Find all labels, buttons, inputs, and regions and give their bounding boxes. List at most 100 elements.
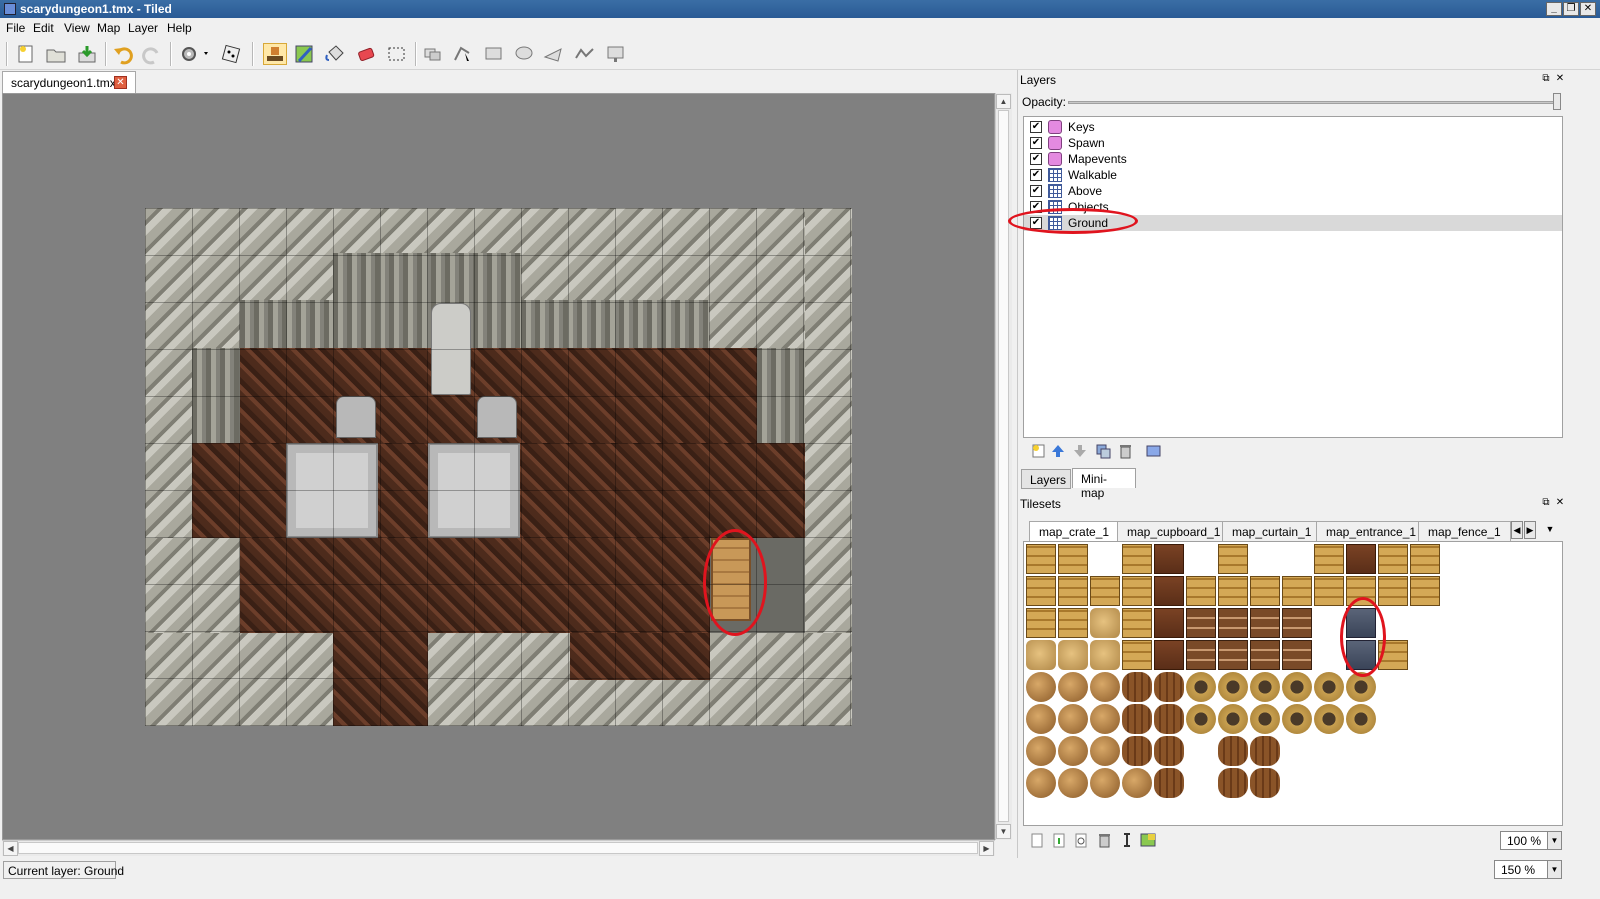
tileset-tile[interactable] <box>1090 640 1120 670</box>
tileset-tile[interactable] <box>1282 608 1312 638</box>
chevron-down-icon[interactable]: ▼ <box>1547 861 1561 878</box>
tileset-tile[interactable] <box>1154 704 1184 734</box>
tileset-tab-cupboard[interactable]: map_cupboard_1 <box>1117 521 1231 541</box>
tileset-tile[interactable] <box>1250 704 1280 734</box>
tileset-tile[interactable] <box>1090 672 1120 702</box>
scroll-right-arrow-icon[interactable]: ▶ <box>979 841 994 856</box>
layer-row-above[interactable]: ✔ Above <box>1024 183 1562 199</box>
tileset-tile[interactable] <box>1314 704 1344 734</box>
insert-polygon-icon[interactable] <box>542 43 566 65</box>
dungeon-map[interactable] <box>145 208 852 726</box>
tileset-tile[interactable] <box>1250 608 1280 638</box>
new-tileset-icon[interactable] <box>1028 832 1046 848</box>
tileset-tile[interactable] <box>1026 640 1056 670</box>
tileset-tile[interactable] <box>1314 544 1344 574</box>
tileset-tile[interactable] <box>1058 672 1088 702</box>
tileset-tile[interactable] <box>1186 640 1216 670</box>
new-map-icon[interactable] <box>14 43 38 65</box>
tileset-tile[interactable] <box>1026 768 1056 798</box>
tab-mini-map[interactable]: Mini-map <box>1072 468 1136 500</box>
tileset-zoom-select[interactable]: 100 % ▼ <box>1500 831 1562 850</box>
map-zoom-select[interactable]: 150 % ▼ <box>1494 860 1562 879</box>
layer-properties-icon[interactable] <box>1145 443 1162 459</box>
close-window-button[interactable]: ✕ <box>1580 2 1596 16</box>
tileset-tile[interactable] <box>1058 608 1088 638</box>
tileset-tile[interactable] <box>1378 576 1408 606</box>
opacity-slider-handle[interactable] <box>1553 93 1561 110</box>
tab-layers[interactable]: Layers <box>1021 469 1071 489</box>
layer-row-mapevents[interactable]: ✔ Mapevents <box>1024 151 1562 167</box>
tileset-tile[interactable] <box>1186 608 1216 638</box>
tileset-tile[interactable] <box>1282 672 1312 702</box>
horizontal-scroll-thumb[interactable] <box>18 842 978 854</box>
tileset-tile[interactable] <box>1250 640 1280 670</box>
tileset-tile[interactable] <box>1218 576 1248 606</box>
tileset-tile[interactable] <box>1058 640 1088 670</box>
tileset-tile[interactable] <box>1026 544 1056 574</box>
tileset-tile[interactable] <box>1218 640 1248 670</box>
save-icon[interactable] <box>75 43 99 65</box>
visibility-checkbox[interactable]: ✔ <box>1030 121 1042 133</box>
tileset-tile[interactable] <box>1026 576 1056 606</box>
tileset-tab-curtain[interactable]: map_curtain_1 <box>1222 521 1322 541</box>
stamp-brush-icon[interactable] <box>263 43 287 65</box>
export-tileset-icon[interactable] <box>1072 832 1090 848</box>
tileset-tile[interactable] <box>1250 768 1280 798</box>
tileset-tile[interactable] <box>1186 576 1216 606</box>
scroll-up-arrow-icon[interactable]: ▲ <box>996 94 1011 109</box>
tileset-tile[interactable] <box>1218 608 1248 638</box>
tileset-tile[interactable] <box>1122 672 1152 702</box>
tileset-tile[interactable] <box>1186 672 1216 702</box>
tileset-tile[interactable] <box>1090 608 1120 638</box>
tileset-tile[interactable] <box>1282 576 1312 606</box>
tileset-tile[interactable] <box>1122 576 1152 606</box>
minimize-button[interactable]: _ <box>1546 2 1562 16</box>
tileset-tile[interactable] <box>1378 544 1408 574</box>
undo-icon[interactable] <box>111 43 135 65</box>
tileset-tile[interactable] <box>1154 768 1184 798</box>
insert-polyline-icon[interactable] <box>573 43 597 65</box>
tileset-tab-fence[interactable]: map_fence_1 <box>1418 521 1511 541</box>
tileset-tile[interactable] <box>1410 576 1440 606</box>
insert-tile-icon[interactable] <box>604 43 628 65</box>
tab-scroll-right-icon[interactable]: ▶ <box>1524 521 1536 539</box>
bucket-fill-icon[interactable] <box>323 43 347 65</box>
tileset-tile[interactable] <box>1218 736 1248 766</box>
tileset-tile[interactable] <box>1314 672 1344 702</box>
tileset-tile[interactable] <box>1250 672 1280 702</box>
tileset-tile[interactable] <box>1026 704 1056 734</box>
tileset-tile[interactable] <box>1314 576 1344 606</box>
delete-layer-icon[interactable] <box>1117 443 1134 459</box>
menu-help[interactable]: Help <box>167 21 192 35</box>
opacity-slider-track[interactable] <box>1068 101 1560 104</box>
tileset-tile[interactable] <box>1058 704 1088 734</box>
tileset-tile[interactable] <box>1154 736 1184 766</box>
visibility-checkbox[interactable]: ✔ <box>1030 185 1042 197</box>
tileset-tile[interactable] <box>1154 544 1184 574</box>
tileset-tile[interactable] <box>1122 704 1152 734</box>
tileset-tab-entrance[interactable]: map_entrance_1 <box>1316 521 1427 541</box>
edit-polygons-icon[interactable] <box>451 43 475 65</box>
scroll-left-arrow-icon[interactable]: ◀ <box>3 841 18 856</box>
tileset-tile[interactable] <box>1026 608 1056 638</box>
tab-scroll-left-icon[interactable]: ◀ <box>1511 521 1523 539</box>
tileset-tile[interactable] <box>1122 640 1152 670</box>
float-panel-icon[interactable]: ⧉ <box>1541 74 1551 84</box>
tileset-tile[interactable] <box>1122 736 1152 766</box>
chevron-down-icon[interactable]: ▼ <box>1547 832 1561 849</box>
edit-terrain-icon[interactable] <box>1139 832 1157 848</box>
insert-rectangle-icon[interactable] <box>482 43 506 65</box>
menu-layer[interactable]: Layer <box>128 21 158 35</box>
tileset-tile[interactable] <box>1410 544 1440 574</box>
rectangular-select-icon[interactable] <box>385 43 409 65</box>
tileset-tile[interactable] <box>1154 640 1184 670</box>
layer-row-spawn[interactable]: ✔ Spawn <box>1024 135 1562 151</box>
close-tab-icon[interactable]: ✕ <box>114 76 127 89</box>
tileset-tab-crate[interactable]: map_crate_1 <box>1029 521 1120 541</box>
vertical-scroll-thumb[interactable] <box>998 110 1009 822</box>
visibility-checkbox[interactable]: ✔ <box>1030 153 1042 165</box>
tileset-tile[interactable] <box>1026 736 1056 766</box>
tileset-tile[interactable] <box>1250 736 1280 766</box>
duplicate-layer-icon[interactable] <box>1095 443 1112 459</box>
lower-layer-icon[interactable] <box>1072 443 1089 459</box>
